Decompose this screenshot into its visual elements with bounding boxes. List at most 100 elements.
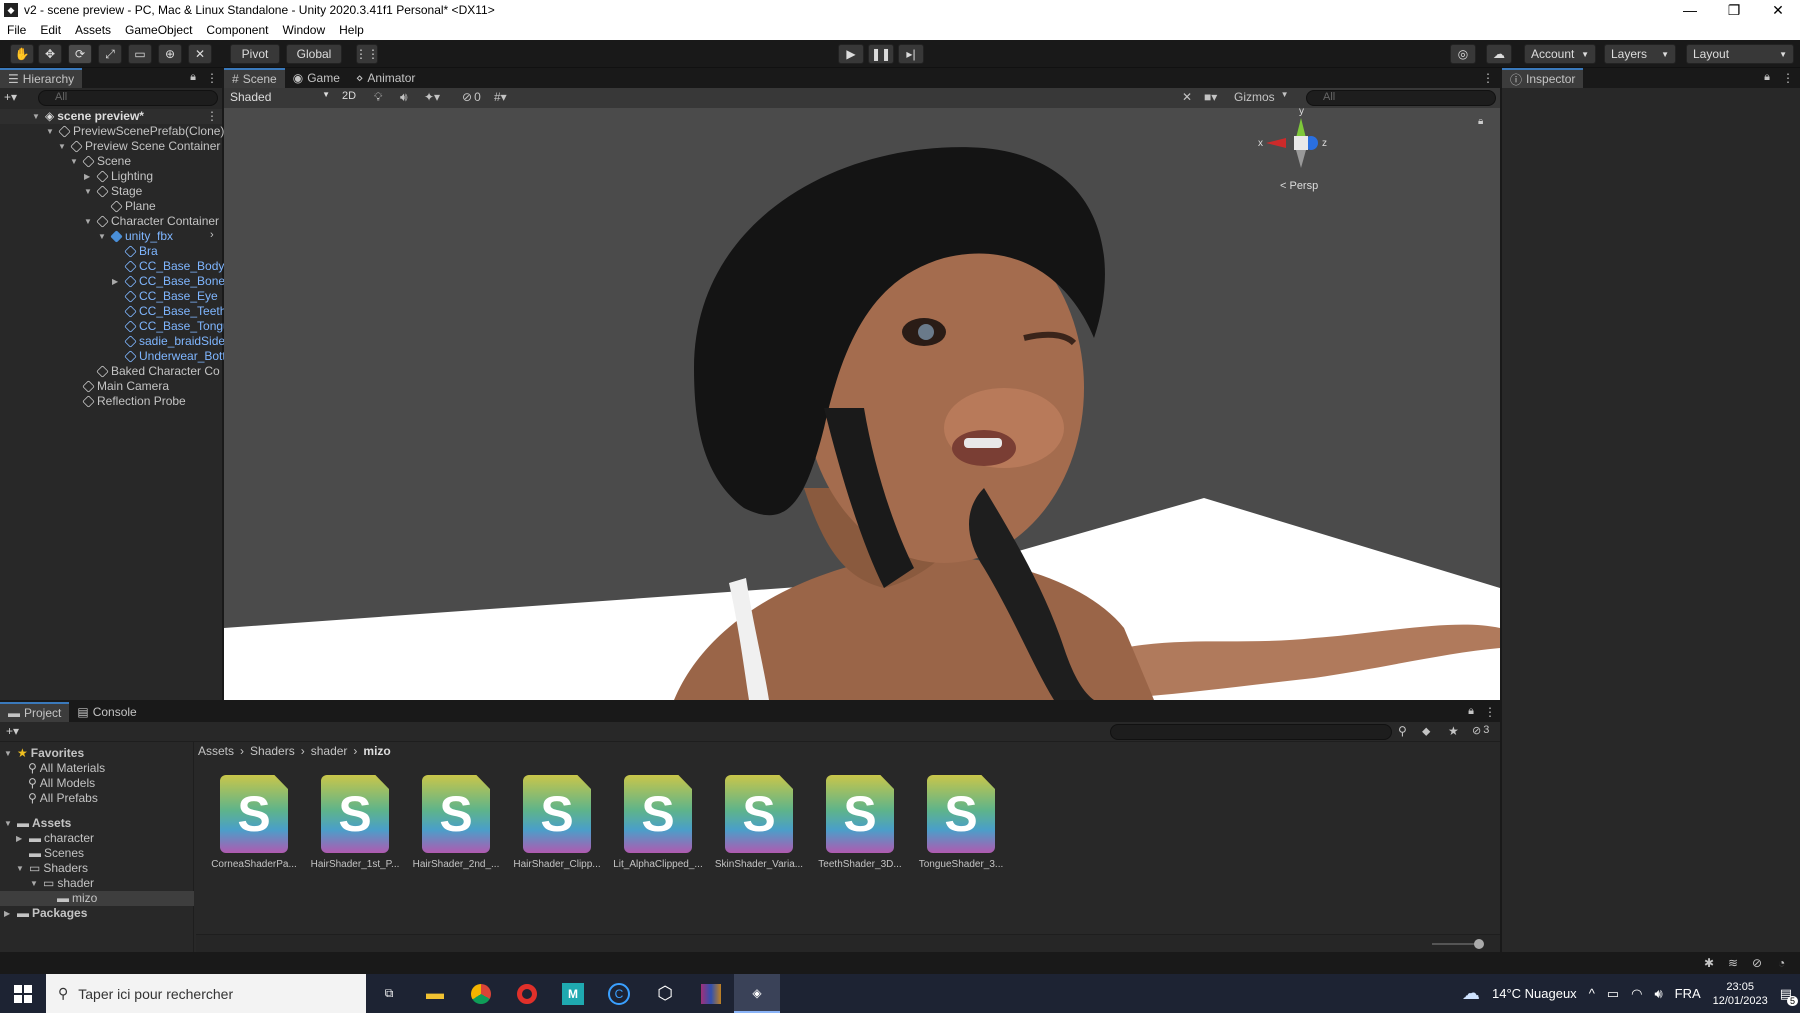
move-tool-icon[interactable]: ✥ <box>38 44 62 64</box>
rect-tool-icon[interactable]: ▭ <box>128 44 152 64</box>
tree-item[interactable]: CC_Base_Eye <box>112 289 218 304</box>
tree-item[interactable]: ▼ PreviewScenePrefab(Clone) <box>46 124 224 139</box>
favorites-group[interactable]: ▼ ★ Favorites <box>4 746 84 761</box>
play-button[interactable]: ▶ <box>838 44 864 64</box>
scene-more-icon[interactable]: ⋮ <box>206 109 218 123</box>
breadcrumb-item[interactable]: Shaders <box>250 744 295 758</box>
shader-asset[interactable]: S Lit_AlphaClipped_... <box>610 775 706 870</box>
orientation-gizmo[interactable]: y x z < Persp <box>1256 108 1336 198</box>
tab-animator[interactable]: ⋄ Animator <box>348 68 424 88</box>
scene-root[interactable]: ▼ ◈ scene preview* <box>32 109 144 124</box>
lighting-toggle-icon[interactable]: 💡︎ <box>374 90 382 105</box>
assets-folder[interactable]: ▼ ▬ Assets <box>4 816 71 831</box>
custom-tool-icon[interactable]: ✕ <box>188 44 212 64</box>
menu-edit[interactable]: Edit <box>33 23 68 37</box>
tab-scene[interactable]: # Scene <box>224 68 285 88</box>
tree-item[interactable]: ▼ Scene <box>70 154 131 169</box>
scale-tool-icon[interactable]: ⤢ <box>98 44 122 64</box>
winrar-icon[interactable] <box>688 974 734 1013</box>
step-button[interactable]: ▸| <box>898 44 924 64</box>
folder-item[interactable]: ▼ ▭ shader <box>30 876 94 891</box>
folder-item[interactable]: ▶ ▬ character <box>16 831 94 846</box>
folder-item[interactable]: ▼ ▭ Shaders <box>16 861 88 876</box>
favorite-item[interactable]: ⚲ All Materials <box>28 761 105 776</box>
opera-icon[interactable] <box>504 974 550 1013</box>
create-asset-button[interactable]: +▾ <box>6 724 19 738</box>
toggle-2d-button[interactable]: 2D <box>342 90 364 106</box>
tree-item[interactable]: CC_Base_Body <box>112 259 224 274</box>
unity-hub-icon[interactable]: ⬡ <box>642 974 688 1013</box>
shading-dropdown[interactable]: Shaded ▼ <box>226 90 334 106</box>
pause-button[interactable]: ❚❚ <box>868 44 894 64</box>
menu-assets[interactable]: Assets <box>68 23 118 37</box>
audio-toggle-icon[interactable]: 🔊︎ <box>400 90 408 105</box>
shader-asset[interactable]: S TongueShader_3... <box>913 775 1009 870</box>
minimize-button[interactable]: — <box>1668 2 1712 19</box>
tools-icon[interactable]: ✕ <box>1182 90 1192 104</box>
volume-icon[interactable]: 🔊︎ <box>1654 986 1662 1002</box>
menu-gameobject[interactable]: GameObject <box>118 23 199 37</box>
camera-icon[interactable]: ■▾ <box>1204 90 1217 104</box>
more-menu-icon[interactable]: ⋮ <box>1480 702 1500 722</box>
shader-asset[interactable]: S HairShader_1st_P... <box>307 775 403 870</box>
taskbar-search-box[interactable]: ⚲ Taper ici pour rechercher <box>46 974 366 1013</box>
rotate-tool-icon[interactable]: ⟳ <box>68 44 92 64</box>
add-object-button[interactable]: +▾ <box>4 90 24 106</box>
chevron-right-icon[interactable]: › <box>210 229 214 241</box>
tree-item[interactable]: Plane <box>98 199 156 214</box>
character-creator-icon[interactable]: C <box>596 974 642 1013</box>
cloud-weather-icon[interactable]: ☁ <box>1462 983 1480 1004</box>
breadcrumb-item[interactable]: Assets <box>198 744 234 758</box>
maximize-button[interactable]: ❐ <box>1712 2 1756 19</box>
gizmos-dropdown[interactable]: Gizmos ▼ <box>1234 90 1289 104</box>
tree-item[interactable]: ▼ Preview Scene Container <box>58 139 220 154</box>
menu-window[interactable]: Window <box>275 23 332 37</box>
language-indicator[interactable]: FRA <box>1675 986 1701 1001</box>
tree-item[interactable]: ▼ unity_fbx <box>98 229 173 244</box>
tree-item[interactable]: Baked Character Co <box>84 364 220 379</box>
maya-icon[interactable]: M <box>550 974 596 1013</box>
progress-icon[interactable]: ◔ <box>1778 956 1785 970</box>
tab-project[interactable]: ▬ Project <box>0 702 70 722</box>
close-button[interactable]: ✕ <box>1756 2 1800 19</box>
label-icon[interactable]: ⬥ <box>1422 724 1430 739</box>
folder-item[interactable]: ▬ Scenes <box>16 846 84 861</box>
menu-help[interactable]: Help <box>332 23 371 37</box>
chrome-icon[interactable] <box>458 974 504 1013</box>
layers-dropdown[interactable]: Layers ▼ <box>1604 44 1676 64</box>
hidden-packages-toggle[interactable]: ⊘ 3 <box>1472 724 1489 737</box>
chevron-up-icon[interactable]: ^ <box>1589 986 1595 1001</box>
packages-folder[interactable]: ▶ ▬ Packages <box>4 906 87 921</box>
tree-item[interactable]: CC_Base_Teeth <box>112 304 226 319</box>
grid-snap-icon[interactable]: ⋮⋮ <box>355 44 379 64</box>
file-explorer-icon[interactable]: ▬ <box>412 974 458 1013</box>
collab-icon[interactable]: ◎ <box>1450 44 1476 64</box>
global-button[interactable]: Global <box>286 44 342 64</box>
menu-file[interactable]: File <box>0 23 33 37</box>
hierarchy-search-input[interactable]: All <box>38 90 218 106</box>
favorite-item[interactable]: ⚲ All Prefabs <box>28 791 98 806</box>
hand-tool-icon[interactable]: ✋ <box>10 44 34 64</box>
favorite-item[interactable]: ⚲ All Models <box>28 776 95 791</box>
tree-item[interactable]: ▶ CC_Base_BoneI <box>112 274 228 289</box>
zoom-slider-handle[interactable] <box>1474 939 1484 949</box>
tab-hierarchy[interactable]: ☰ Hierarchy <box>0 68 83 88</box>
shader-asset[interactable]: S HairShader_Clipp... <box>509 775 605 870</box>
tree-item[interactable]: Bra <box>112 244 158 259</box>
clock[interactable]: 23:05 12/01/2023 <box>1713 980 1768 1008</box>
lock-icon[interactable]: 🔒︎ <box>184 68 202 88</box>
lock-icon[interactable]: 🔒︎ <box>1758 68 1776 88</box>
layout-dropdown[interactable]: Layout ▼ <box>1686 44 1794 64</box>
weather-text[interactable]: 14°C Nuageux <box>1492 986 1577 1001</box>
breadcrumb-item[interactable]: shader <box>311 744 348 758</box>
menu-component[interactable]: Component <box>199 23 275 37</box>
scene-view[interactable]: y x z < Persp 🔒︎ <box>224 108 1500 700</box>
effects-toggle-icon[interactable]: ✦▾ <box>424 90 440 104</box>
grid-toggle-icon[interactable]: #▾ <box>494 90 507 104</box>
tree-item[interactable]: ▶ Lighting <box>84 169 153 184</box>
cloud-icon[interactable]: ☁ <box>1486 44 1512 64</box>
search-by-type-icon[interactable]: ⚲ <box>1398 724 1407 738</box>
transform-tool-icon[interactable]: ⊕ <box>158 44 182 64</box>
breadcrumb-current[interactable]: mizo <box>363 744 390 758</box>
unity-editor-icon[interactable]: ◈ <box>734 974 780 1013</box>
